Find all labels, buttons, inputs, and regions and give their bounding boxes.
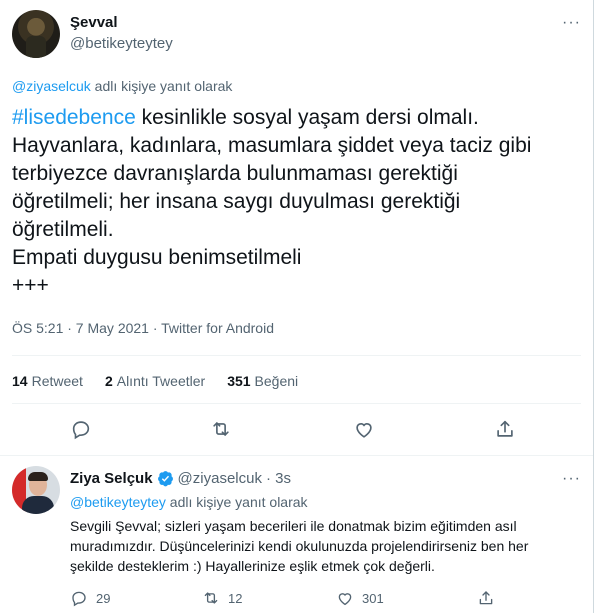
share-icon [479,591,493,605]
like-icon[interactable] [353,418,377,442]
share-icon[interactable] [494,418,518,442]
reply-text-line: Sevgili Şevval; sizleri yaşam becerileri… [70,518,517,534]
tweet-text-line: +++ [12,274,49,297]
tweet-actions [0,418,594,444]
reply-mention-link[interactable]: @betikeyteytey [70,494,166,510]
reply-text-line: şekilde desteklerim :) Hayallerinize eşl… [70,558,435,574]
reply-context: @ziyaselcuk adlı kişiye yanıt olarak [12,78,232,94]
retweet-icon[interactable] [210,418,234,442]
reply-author-name[interactable]: Ziya Selçuk [70,470,153,487]
author-name[interactable]: Şevval [70,14,118,31]
retweets-stat[interactable]: 14 Retweet [12,373,83,389]
tweet-text-line: kesinlikle sosyal yaşam dersi olmalı. [135,106,479,129]
like-count: 301 [362,590,384,606]
tweet-text-line: Hayvanlara, kadınlara, masumlara şiddet … [12,134,532,157]
more-icon[interactable]: ··· [562,14,581,32]
tweet-text-line: öğretilmeli; her insana saygı duyulması … [12,190,461,213]
tweet-text-line: terbiyezce davranışlarda bulunmaması ger… [12,162,458,185]
share-button[interactable] [477,589,495,607]
reply-context-text: adlı kişiye yanıt olarak [90,78,233,94]
tweet-text-line: Empati duygusu benimsetilmeli [12,246,302,269]
reply-count: 29 [96,590,111,606]
reply-mention-link[interactable]: @ziyaselcuk [12,78,91,94]
reply-actions: 29 12 301 [70,589,580,609]
reply-context-text: adlı kişiye yanıt olarak [165,494,308,510]
tweet-timestamp[interactable]: ÖS 5:21 · 7 May 2021 · Twitter for Andro… [12,320,274,336]
reply-button[interactable]: 29 [70,589,110,607]
reply-time[interactable]: · 3s [266,470,291,487]
tweet-text: #lisedebence kesinlikle sosyal yaşam der… [12,104,582,300]
verified-icon [157,471,173,487]
retweet-count: 12 [228,590,243,606]
divider [0,455,593,456]
avatar[interactable] [12,10,60,58]
reply-context: @betikeyteytey adlı kişiye yanıt olarak [70,494,308,510]
reply-icon [72,591,86,607]
divider [12,403,581,404]
likes-stat[interactable]: 351 Beğeni [227,373,298,389]
avatar[interactable] [12,466,60,514]
hashtag-link[interactable]: #lisedebence [12,106,136,129]
quotes-stat[interactable]: 2 Alıntı Tweetler [105,373,205,389]
tweet-stats: 14 Retweet 2 Alıntı Tweetler 351 Beğeni [12,373,298,389]
like-button[interactable]: 301 [336,589,384,607]
divider [12,355,581,356]
retweet-button[interactable]: 12 [202,589,242,607]
more-icon[interactable]: ··· [562,470,581,488]
author-handle[interactable]: @betikeyteytey [70,35,173,52]
reply-author-handle[interactable]: @ziyaselcuk [178,470,262,487]
reply-text: Sevgili Şevval; sizleri yaşam becerileri… [70,516,580,576]
retweet-icon [204,592,218,604]
tweet-thread: Şevval @betikeyteytey ··· @ziyaselcuk ad… [0,0,594,613]
reply-text-line: muradımızdır. Düşüncelerinizi kendi okul… [70,538,529,554]
tweet-text-line: öğretilmeli. [12,218,114,241]
reply-header: Ziya Selçuk @ziyaselcuk · 3s [70,470,291,487]
like-icon [338,593,352,606]
reply-icon[interactable] [70,418,94,442]
